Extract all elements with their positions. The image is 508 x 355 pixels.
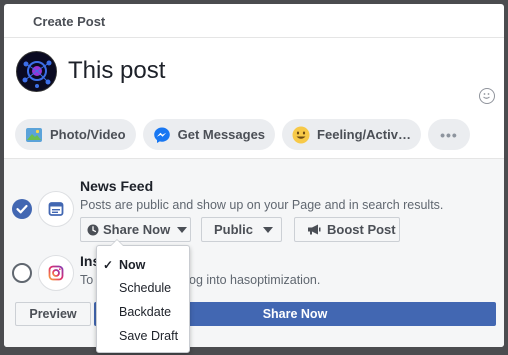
get-messages-button[interactable]: Get Messages [142,119,276,150]
avatar [16,51,57,92]
post-text-input[interactable]: This post [68,57,165,85]
photo-video-label: Photo/Video [50,127,126,142]
boost-post-label: Boost Post [327,222,396,237]
smiley-icon [292,126,310,144]
menu-item-backdate-label: Backdate [119,305,172,319]
menu-item-schedule-label: Schedule [119,281,172,295]
clock-icon [87,224,99,235]
menu-item-backdate[interactable]: Backdate [97,301,189,323]
instagram-description-end: og into hasoptimization. [189,273,321,287]
feeling-activity-label: Feeling/Activ… [317,127,411,142]
dialog-title: Create Post [4,4,504,38]
chevron-down-icon [263,226,274,233]
news-feed-checkbox[interactable] [12,199,32,219]
messenger-icon [153,126,171,144]
share-now-label: Share Now [103,222,171,237]
instagram-checkbox[interactable] [12,263,32,283]
instagram-icon [38,255,74,291]
photo-icon [25,126,43,144]
chevron-down-icon [177,226,188,233]
schedule-menu: ✓ Now Schedule Backdate Save Draft [96,239,190,353]
megaphone-icon [308,224,321,235]
more-options-button[interactable]: ••• [427,119,470,150]
menu-item-save-draft-label: Save Draft [119,329,179,343]
menu-item-now-label: Now [119,258,146,272]
boost-post-button[interactable]: Boost Post [294,217,400,242]
share-now-dropdown[interactable]: Share Now [80,217,191,242]
composer-actions: Photo/Video Get Messages Feeling/Activ… … [15,119,470,150]
preview-button[interactable]: Preview [15,302,91,326]
more-icon: ••• [440,126,458,143]
feeling-activity-button[interactable]: Feeling/Activ… [282,119,421,150]
menu-item-save-draft[interactable]: Save Draft [97,325,189,347]
menu-pointer [110,239,124,246]
checkmark-icon: ✓ [103,258,114,272]
create-post-dialog: Create Post This post Photo/Video Get Me… [4,4,504,347]
photo-video-button[interactable]: Photo/Video [15,119,136,150]
get-messages-label: Get Messages [177,127,266,142]
emoji-picker-icon[interactable] [479,88,495,104]
instagram-description-start: To [80,273,94,287]
composer[interactable]: This post [4,38,504,106]
audience-label: Public [214,222,254,237]
news-feed-description: Posts are public and show up on your Pag… [80,198,444,212]
menu-item-now[interactable]: ✓ Now [97,254,189,276]
news-feed-icon [38,191,74,227]
menu-item-schedule[interactable]: Schedule [97,277,189,299]
audience-dropdown[interactable]: Public [201,217,282,242]
news-feed-title: News Feed [80,178,154,194]
